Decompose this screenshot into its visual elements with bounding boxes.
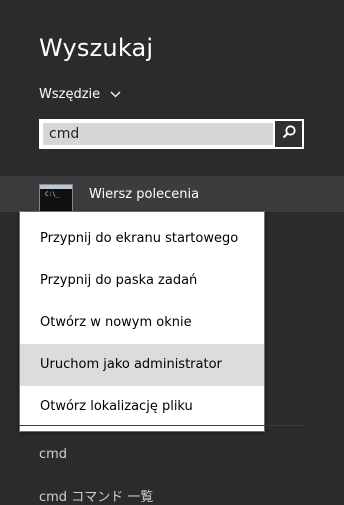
search-button[interactable] xyxy=(275,121,302,147)
search-suggestion[interactable]: cmd コマンド 一覧 xyxy=(39,486,153,505)
search-result-label: Wiersz polecenia xyxy=(89,187,200,202)
divider xyxy=(19,425,304,426)
command-prompt-icon: C:\_ xyxy=(39,184,73,212)
search-scope-label: Wszędzie xyxy=(39,87,101,102)
search-box xyxy=(39,119,304,149)
search-scope-dropdown[interactable]: Wszędzie xyxy=(39,87,121,102)
menu-item-pin-to-taskbar[interactable]: Przypnij do paska zadań xyxy=(20,260,264,302)
search-icon xyxy=(281,124,297,144)
command-prompt-icon-text: C:\_ xyxy=(45,191,60,198)
search-title: Wyszukaj xyxy=(39,34,154,62)
chevron-down-icon xyxy=(110,91,121,98)
search-input[interactable] xyxy=(43,123,273,145)
menu-item-open-new-window[interactable]: Otwórz w nowym oknie xyxy=(20,302,264,344)
context-menu: Przypnij do ekranu startowego Przypnij d… xyxy=(19,211,265,432)
menu-item-pin-to-start[interactable]: Przypnij do ekranu startowego xyxy=(20,218,264,260)
menu-item-open-file-location[interactable]: Otwórz lokalizację pliku xyxy=(20,386,264,428)
search-suggestion[interactable]: cmd xyxy=(39,447,67,462)
menu-item-run-as-administrator[interactable]: Uruchom jako administrator xyxy=(20,344,264,386)
